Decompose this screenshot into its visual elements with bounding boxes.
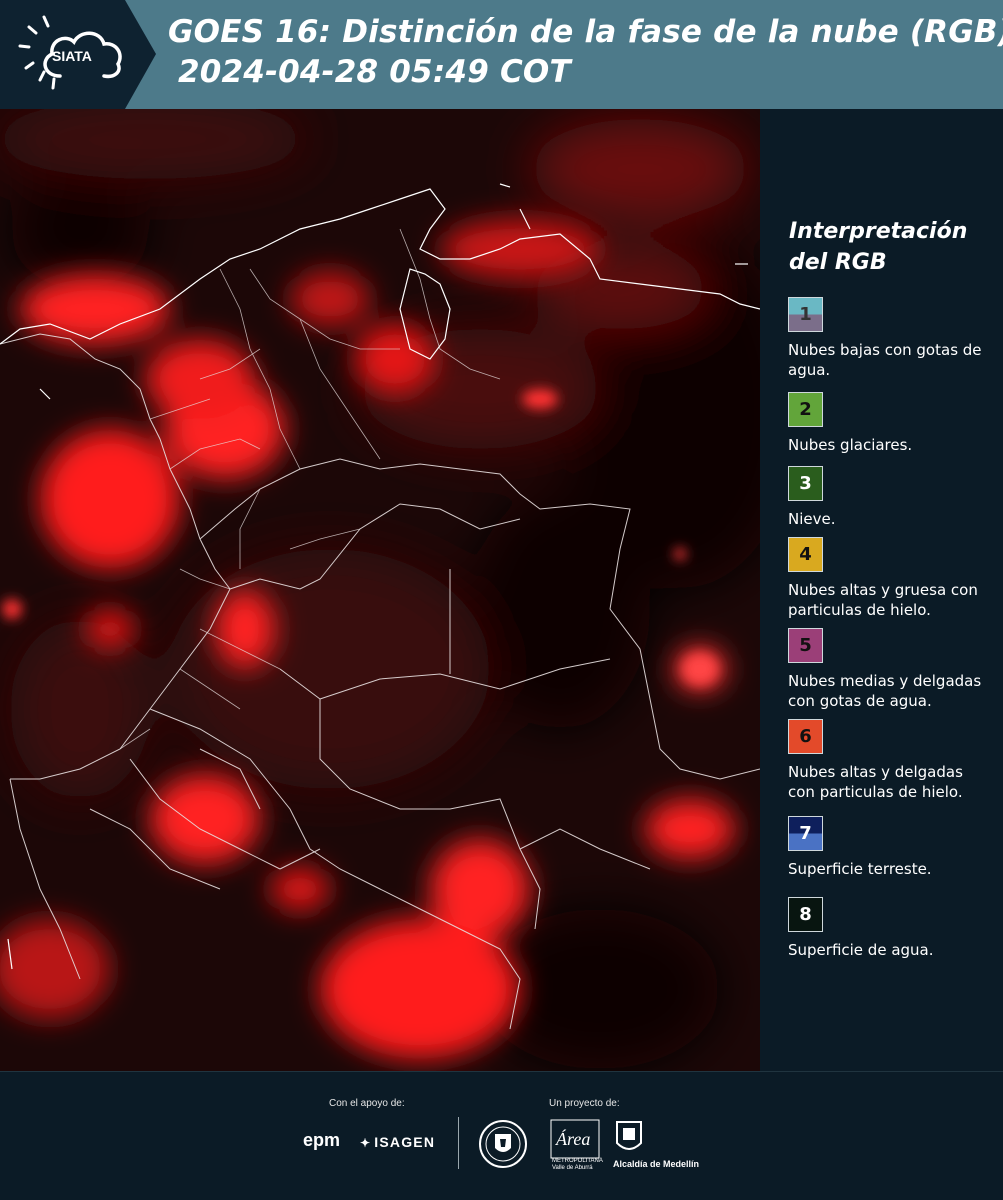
isagen-icon: ✦ — [360, 1136, 372, 1150]
area-logo-text: Área — [555, 1128, 590, 1149]
support-label: Con el apoyo de: — [329, 1098, 405, 1109]
legend-item-2: 2 Nubes glaciares. — [788, 392, 988, 455]
page-timestamp: 2024-04-28 05:49 COT — [178, 54, 571, 90]
area-sub-line1: METROPOLITANA — [552, 1158, 603, 1164]
legend-title: Interpretación del RGB — [789, 216, 967, 278]
legend-item-label: Superficie de agua. — [788, 941, 934, 959]
legend-swatch: 4 — [788, 537, 823, 572]
area-sub-line2: Valle de Aburrá — [552, 1165, 593, 1171]
legend-swatch: 3 — [788, 466, 823, 501]
legend-item-6: 6 Nubes altas y delgadas con particulas d… — [788, 719, 988, 802]
legend-swatch: 1 — [788, 297, 823, 332]
project-label: Un proyecto de: — [549, 1098, 620, 1109]
legend-swatch-number: 6 — [799, 726, 812, 747]
legend-swatch-number: 3 — [799, 473, 812, 494]
legend-item-8: 8 Superficie de agua. — [788, 897, 988, 960]
legend-swatch-number: 5 — [799, 635, 812, 656]
legend-title-line2: del RGB — [789, 250, 887, 275]
legend-title-line1: Interpretación — [789, 219, 968, 244]
legend-swatch: 5 — [788, 628, 823, 663]
legend-swatch-number: 7 — [799, 823, 812, 844]
legend-item-label: Nubes glaciares. — [788, 436, 913, 454]
legend-item-label: Nubes altas y delgadas con particulas de… — [788, 763, 963, 801]
medellin-seal-icon — [478, 1119, 528, 1174]
legend-swatch-number: 8 — [799, 904, 812, 925]
legend-item-label: Nubes altas y gruesa con particulas de h… — [788, 581, 978, 619]
legend-item-3: 3 Nieve. — [788, 466, 988, 529]
legend-swatch: 2 — [788, 392, 823, 427]
legend-item-7: 7 Superficie terreste. — [788, 816, 988, 879]
legend-panel: Interpretación del RGB 1 Nubes bajas con … — [760, 109, 1003, 1071]
footer-divider — [458, 1117, 459, 1169]
isagen-logo-text: ISAGEN — [374, 1134, 436, 1150]
legend-swatch-number: 4 — [799, 544, 812, 565]
legend-item-4: 4 Nubes altas y gruesa con particulas de … — [788, 537, 988, 620]
legend-item-label: Nubes bajas con gotas de agua. — [788, 341, 982, 379]
legend-swatch: 7 — [788, 816, 823, 851]
legend-swatch-number: 1 — [799, 304, 812, 325]
legend-swatch: 6 — [788, 719, 823, 754]
legend-item-label: Nubes medias y delgadas con gotas de agu… — [788, 672, 982, 710]
legend-item-label: Superficie terreste. — [788, 860, 932, 878]
siata-logo-text: SIATA — [52, 48, 92, 64]
footer: Con el apoyo de: Un proyecto de: epm ✦ IS… — [0, 1071, 1003, 1200]
legend-item-5: 5 Nubes medias y delgadas con gotas de ag… — [788, 628, 988, 711]
area-metropolitana-subtitle: METROPOLITANA Valle de Aburrá — [552, 1158, 603, 1172]
alcaldia-shield-icon — [614, 1119, 644, 1162]
siata-logo: SIATA — [0, 0, 156, 109]
legend-swatch: 8 — [788, 897, 823, 932]
legend-item-1: 1 Nubes bajas con gotas de agua. — [788, 297, 988, 380]
epm-logo: epm — [303, 1130, 340, 1151]
satellite-map — [0, 109, 760, 1071]
isagen-logo: ✦ ISAGEN — [360, 1134, 435, 1150]
legend-swatch-number: 2 — [799, 399, 812, 420]
header-bar: SIATA GOES 16: Distinción de la fase de … — [0, 0, 1003, 109]
alcaldia-label: Alcaldía de Medellín — [613, 1159, 700, 1169]
page-title: GOES 16: Distinción de la fase de la nub… — [168, 14, 1003, 50]
epm-logo-text: epm — [303, 1130, 341, 1150]
legend-item-label: Nieve. — [788, 510, 836, 528]
